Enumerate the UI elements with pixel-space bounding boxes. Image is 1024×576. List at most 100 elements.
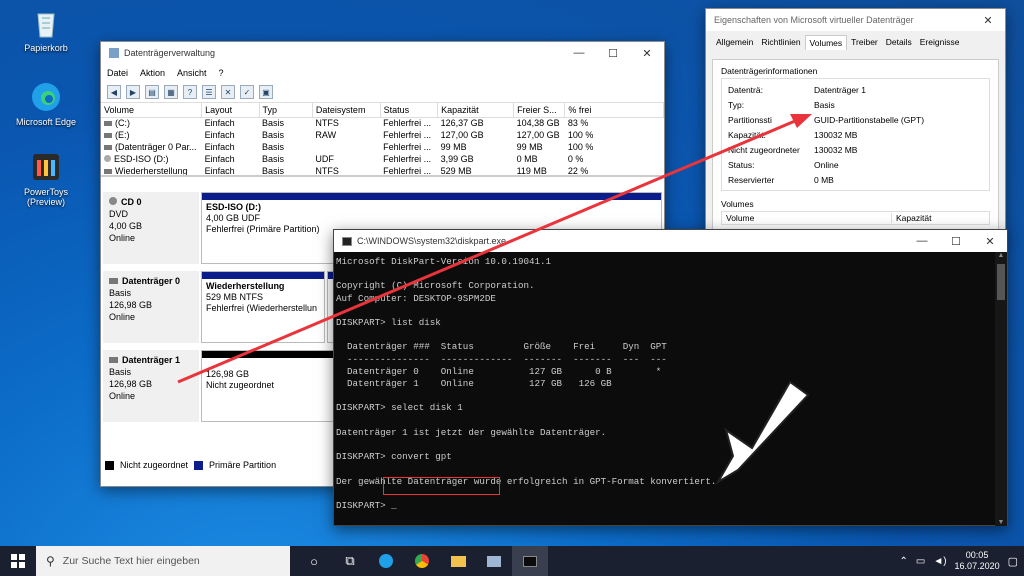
- back-icon[interactable]: ◀: [107, 85, 121, 99]
- disk-management-app-icon: [109, 48, 119, 58]
- column-header[interactable]: Kapazität: [892, 213, 931, 223]
- taskbar: ⚲ Zur Suche Text hier eingeben ○ ⧉ ⌃ ▭ ◄…: [0, 546, 1024, 576]
- table-cell: (E:): [101, 129, 202, 141]
- table-row[interactable]: Wiederherstellung Einfach Basis NTFS Feh…: [101, 165, 664, 176]
- tab-events[interactable]: Ereignisse: [916, 35, 964, 50]
- close-button[interactable]: ✕: [971, 9, 1005, 31]
- menu-view[interactable]: Ansicht: [177, 68, 207, 78]
- table-cell: Wiederherstellung: [101, 165, 202, 175]
- list-icon[interactable]: ☰: [202, 85, 216, 99]
- start-button[interactable]: [0, 546, 36, 576]
- disk-info: Datenträger 0 Basis 126,98 GB Online: [103, 271, 199, 343]
- table-cell: (C:): [101, 117, 202, 129]
- volume-table-header: Volume Layout Typ Dateisystem Status Kap…: [101, 103, 664, 118]
- tray-chevron-icon[interactable]: ⌃: [899, 556, 907, 567]
- network-icon[interactable]: ▭: [916, 556, 925, 567]
- search-box[interactable]: ⚲ Zur Suche Text hier eingeben: [36, 546, 290, 576]
- properties-titlebar[interactable]: Eigenschaften von Microsoft virtueller D…: [706, 9, 1005, 31]
- table-cell: NTFS: [315, 118, 339, 129]
- chrome-taskbar-icon[interactable]: [404, 546, 440, 576]
- column-header[interactable]: Typ: [259, 103, 313, 118]
- check-icon[interactable]: ✓: [240, 85, 254, 99]
- maximize-button[interactable]: ☐: [596, 42, 630, 64]
- partition-detail: 529 MB NTFS: [206, 292, 264, 302]
- column-header[interactable]: Status: [380, 103, 439, 118]
- table-cell: Basis: [262, 166, 285, 176]
- delete-icon[interactable]: ✕: [221, 85, 235, 99]
- disk-icon: [109, 278, 118, 284]
- column-header[interactable]: Layout: [201, 103, 260, 118]
- table-cell: Basis: [262, 118, 285, 129]
- table-cell: Einfach: [204, 118, 235, 129]
- table-cell: Einfach: [204, 154, 235, 164]
- table-cell: 99 MB: [440, 142, 467, 152]
- terminal-body[interactable]: Microsoft DiskPart-Version 10.0.19041.1 …: [334, 252, 1007, 526]
- table-cell: (Datenträger 0 Par...: [101, 141, 202, 153]
- column-header[interactable]: Kapazität: [437, 103, 515, 118]
- minimize-button[interactable]: —: [905, 230, 939, 252]
- tab-volumes[interactable]: Volumes: [804, 35, 848, 50]
- view-icon[interactable]: ▣: [259, 85, 273, 99]
- table-row[interactable]: ESD-ISO (D:) Einfach Basis UDF Fehlerfre…: [101, 153, 664, 165]
- console-tree-icon[interactable]: ▤: [145, 85, 159, 99]
- menu-help[interactable]: ?: [219, 68, 224, 78]
- tab-driver[interactable]: Treiber: [847, 35, 882, 50]
- table-row[interactable]: (C:) Einfach Basis NTFS Fehlerfrei ... 1…: [101, 117, 664, 129]
- volume-icon[interactable]: ◄): [933, 556, 946, 567]
- system-tray[interactable]: ⌃ ▭ ◄) 00:05 16.07.2020 ▢: [899, 550, 1024, 572]
- table-cell: 3,99 GB: [440, 154, 474, 164]
- menu-action[interactable]: Aktion: [140, 68, 165, 78]
- disk-type: Basis: [109, 288, 132, 298]
- forward-icon[interactable]: ▶: [126, 85, 140, 99]
- task-view-icon[interactable]: ⧉: [332, 546, 368, 576]
- scrollbar-thumb[interactable]: [997, 264, 1005, 300]
- desktop-icon-recycle-bin[interactable]: Papierkorb: [8, 6, 84, 53]
- help-icon[interactable]: ?: [183, 85, 197, 99]
- edge-taskbar-icon[interactable]: [368, 546, 404, 576]
- drive-icon: [104, 121, 112, 127]
- desktop-icon-powertoys[interactable]: PowerToys (Preview): [8, 150, 84, 207]
- disk-management-taskbar-icon[interactable]: [476, 546, 512, 576]
- disk-size: 126,98 GB: [109, 300, 153, 310]
- column-header[interactable]: Volume: [722, 213, 892, 223]
- table-row[interactable]: (Datenträger 0 Par... Einfach Basis Fehl…: [101, 141, 664, 153]
- tab-policies[interactable]: Richtlinien: [757, 35, 804, 50]
- diskpart-titlebar[interactable]: C:\WINDOWS\system32\diskpart.exe — ☐ ✕: [334, 230, 1007, 252]
- powertoys-icon: [29, 150, 63, 184]
- volumes-label: Volumes: [721, 199, 754, 209]
- column-header[interactable]: Freier S...: [513, 103, 566, 118]
- cortana-icon[interactable]: ○: [296, 546, 332, 576]
- disk-management-titlebar[interactable]: Datenträgerverwaltung — ☐ ✕: [101, 42, 664, 64]
- close-button[interactable]: ✕: [630, 42, 664, 64]
- table-cell: 99 MB: [516, 142, 543, 152]
- column-header[interactable]: Volume: [101, 103, 203, 118]
- scrollbar-down-icon[interactable]: ▼: [995, 519, 1007, 526]
- properties-window: Eigenschaften von Microsoft virtueller D…: [705, 8, 1006, 236]
- scrollbar[interactable]: ▲ ▼: [995, 252, 1007, 526]
- desktop-icon-edge[interactable]: Microsoft Edge: [8, 80, 84, 127]
- scrollbar-up-icon[interactable]: ▲: [995, 252, 1007, 259]
- properties-icon[interactable]: ▦: [164, 85, 178, 99]
- partition-recovery[interactable]: Wiederherstellung 529 MB NTFS Fehlerfrei…: [201, 271, 325, 343]
- tab-general[interactable]: Allgemein: [712, 35, 757, 50]
- cmd-taskbar-icon[interactable]: [512, 546, 548, 576]
- table-cell: Basis: [262, 142, 285, 152]
- menu-file[interactable]: Datei: [107, 68, 128, 78]
- column-header[interactable]: % frei: [564, 103, 664, 118]
- explorer-taskbar-icon[interactable]: [440, 546, 476, 576]
- clock[interactable]: 00:05 16.07.2020: [955, 550, 1000, 572]
- prop-row: Partitionssti GUID-Partitionstabelle (GPT…: [728, 114, 925, 125]
- recycle-bin-icon: [29, 6, 63, 40]
- notifications-icon[interactable]: ▢: [1008, 555, 1018, 568]
- tab-details[interactable]: Details: [882, 35, 916, 50]
- menu-bar: Datei Aktion Ansicht ?: [101, 64, 664, 82]
- maximize-button[interactable]: ☐: [939, 230, 973, 252]
- disc-icon: [104, 155, 111, 162]
- table-cell: 127,00 GB: [516, 130, 560, 140]
- table-cell: 83 %: [567, 118, 589, 129]
- table-row[interactable]: (E:) Einfach Basis RAW Fehlerfrei ... 12…: [101, 129, 664, 141]
- table-cell: 119 MB: [516, 166, 547, 176]
- close-button[interactable]: ✕: [973, 230, 1007, 252]
- minimize-button[interactable]: —: [562, 42, 596, 64]
- column-header[interactable]: Dateisystem: [312, 103, 381, 118]
